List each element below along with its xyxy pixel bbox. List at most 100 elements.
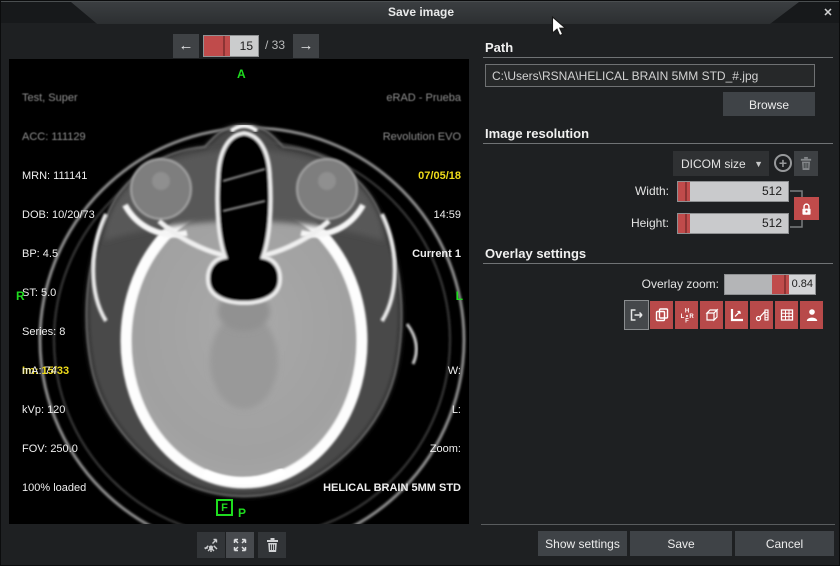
overlay-zoom-track [725, 275, 772, 294]
expand-arrows-icon [232, 537, 248, 553]
angle-ruler-icon [729, 307, 745, 323]
show-settings-button[interactable]: Show settings [538, 531, 627, 556]
sparkle-icon [203, 537, 219, 553]
cube-3d-icon [704, 307, 720, 323]
trash-icon [799, 156, 813, 171]
path-section-rule [483, 57, 833, 58]
layers-icon [654, 307, 670, 323]
svg-text:F: F [685, 319, 689, 324]
title-bar: Save image ✕ [1, 1, 840, 23]
resolution-preset-dropdown[interactable]: DICOM size ▼ [673, 151, 769, 176]
level-value: L: [323, 404, 461, 417]
export-overlays-toggle[interactable] [625, 301, 648, 329]
overlay-section-header: Overlay settings [485, 246, 586, 261]
svg-text:R: R [689, 314, 694, 320]
width-slider-grip[interactable] [678, 182, 690, 201]
overlay-study-info: eRAD - Prueba Revolution EVO 07/05/18 14… [383, 66, 461, 287]
width-input[interactable]: 512 [677, 181, 789, 202]
grid-table-overlay-toggle[interactable] [775, 301, 798, 329]
orientation-markers-icon: HLRF [679, 307, 695, 323]
aspect-ratio-lock-button[interactable] [794, 197, 819, 220]
mouse-cursor [551, 16, 567, 38]
add-preset-button[interactable]: + [774, 154, 792, 172]
mrn: MRN: 111141 [22, 170, 95, 183]
chevron-down-icon: ▼ [754, 159, 769, 169]
fit-to-window-button[interactable] [226, 532, 254, 558]
resolution-section-rule [483, 143, 833, 144]
image-index-slider[interactable]: 15 [203, 35, 259, 57]
slice-thickness: ST: 5.0 [22, 287, 95, 300]
orientation-feet-box: F [216, 499, 233, 516]
slider-fill [204, 36, 230, 56]
series-description: HELICAL BRAIN 5MM STD [323, 482, 461, 495]
previous-image-button[interactable]: ← [173, 34, 199, 58]
layers-overlay-toggle[interactable] [650, 301, 673, 329]
overlay-window-info: W: L: Zoom: HELICAL BRAIN 5MM STD [323, 339, 461, 521]
accession-number: ACC: 111129 [22, 131, 95, 144]
overlay-toggle-row: HLRF [481, 301, 823, 329]
scanner-model: Revolution EVO [383, 131, 461, 144]
path-section-header: Path [485, 40, 513, 55]
patient-name: Test, Super [22, 92, 95, 105]
footer-separator [481, 524, 835, 525]
height-slider-grip[interactable] [678, 214, 690, 233]
key-ruler-overlay-toggle[interactable] [750, 301, 773, 329]
orientation-markers-toggle[interactable]: HLRF [675, 301, 698, 329]
svg-text:L: L [680, 314, 684, 320]
grid-table-icon [779, 307, 795, 323]
bp: BP: 4.5 [22, 248, 95, 261]
kvp-value: kVp: 120 [22, 404, 86, 417]
series-number: Series: 8 [22, 326, 95, 339]
width-value[interactable]: 512 [690, 182, 788, 201]
overlay-zoom-input[interactable]: 0.84 [724, 274, 816, 295]
orientation-anterior: A [237, 67, 246, 81]
study-date: 07/05/18 [383, 170, 461, 183]
angle-ruler-overlay-toggle[interactable] [725, 301, 748, 329]
height-input[interactable]: 512 [677, 213, 789, 234]
save-image-dialog: Save image ✕ ← 15 / 33 → [0, 0, 840, 566]
current-label: Current 1 [383, 248, 461, 261]
loaded-status: 100% loaded [22, 482, 86, 495]
dob: DOB: 10/20/73 [22, 209, 95, 222]
cube-3d-overlay-toggle[interactable] [700, 301, 723, 329]
delete-preset-button[interactable] [794, 151, 818, 176]
save-button[interactable]: Save [630, 531, 732, 556]
overlay-zoom-label: Overlay zoom: [481, 277, 719, 291]
zoom-value: Zoom: [323, 443, 461, 456]
facility-name: eRAD - Prueba [383, 92, 461, 105]
resolution-preset-value: DICOM size [673, 157, 754, 171]
delete-image-button[interactable] [258, 532, 286, 558]
reset-window-level-button[interactable] [197, 532, 225, 558]
dialog-title: Save image [1, 5, 840, 19]
browse-button[interactable]: Browse [723, 92, 815, 116]
save-settings-panel: Path Browse Image resolution DICOM size … [481, 31, 835, 566]
export-arrow-icon [629, 307, 645, 323]
trash-icon [265, 537, 280, 553]
resolution-section-header: Image resolution [485, 126, 589, 141]
orientation-posterior: P [238, 506, 246, 520]
lock-icon [800, 202, 813, 216]
ct-image-viewport[interactable]: Test, Super ACC: 111129 MRN: 111141 DOB:… [9, 59, 469, 524]
overlay-zoom-grip[interactable] [772, 275, 789, 294]
file-path-input[interactable] [485, 64, 815, 87]
window-value: W: [323, 365, 461, 378]
width-label: Width: [481, 184, 669, 198]
overlay-section-rule [483, 263, 833, 264]
total-image-count: / 33 [265, 38, 285, 52]
patient-info-icon [804, 307, 820, 323]
patient-info-overlay-toggle[interactable] [800, 301, 823, 329]
height-value[interactable]: 512 [690, 214, 788, 233]
height-label: Height: [481, 216, 669, 230]
key-ruler-icon [754, 307, 770, 323]
next-image-button[interactable]: → [293, 34, 319, 58]
fov-value: FOV: 250.0 [22, 443, 86, 456]
overlay-zoom-value[interactable]: 0.84 [789, 275, 815, 294]
cancel-button[interactable]: Cancel [735, 531, 834, 556]
orientation-left: L [456, 289, 463, 303]
study-time: 14:59 [383, 209, 461, 222]
orientation-right: R [16, 289, 25, 303]
overlay-acquisition-info: mA: 74 kVp: 120 FOV: 250.0 100% loaded [22, 339, 86, 521]
current-image-number[interactable]: 15 [230, 36, 258, 56]
ma-value: mA: 74 [22, 365, 86, 378]
close-icon[interactable]: ✕ [820, 5, 836, 21]
